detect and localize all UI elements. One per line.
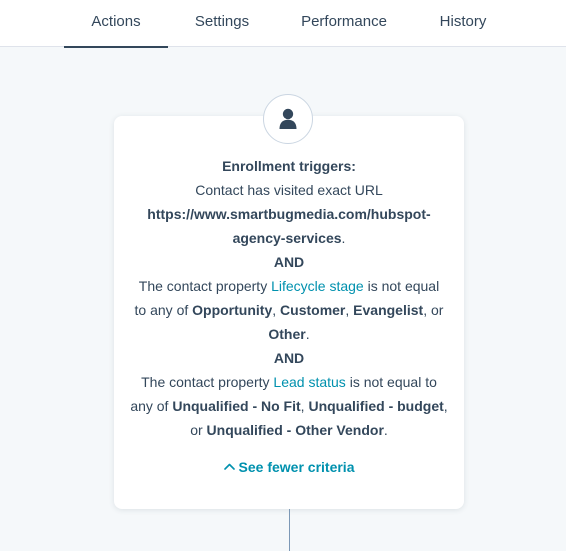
trigger-1-period: . [341, 230, 346, 246]
trigger-3-value-no-fit: Unqualified - No Fit [172, 398, 301, 414]
tab-bar: Actions Settings Performance History [0, 0, 566, 50]
trigger-criteria: Enrollment triggers: Contact has visited… [114, 154, 464, 442]
trigger-3-line1: The contact property Lead status is not … [114, 370, 464, 394]
trigger-2-line3: Other. [114, 322, 464, 346]
trigger-heading: Enrollment triggers: [222, 158, 356, 174]
tab-performance[interactable]: Performance [290, 0, 398, 47]
trigger-3-suffix: is not equal to [345, 374, 437, 390]
trigger-1-url-line2: agency-services. [114, 226, 464, 250]
tab-history[interactable]: History [424, 0, 502, 47]
trigger-2-end: . [305, 326, 310, 342]
trigger-2-line2-prefix: to any of [134, 302, 193, 318]
trigger-3-line3: or Unqualified - Other Vendor. [114, 418, 464, 442]
chevron-up-icon [223, 463, 235, 470]
trigger-2-value-evangelist: Evangelist [353, 302, 424, 318]
trigger-1-url-part1: https://www.smartbugmedia.com/hubspot- [147, 206, 431, 222]
trigger-3-line2-prefix: any of [130, 398, 173, 414]
trigger-2-value-opportunity: Opportunity [192, 302, 273, 318]
trigger-2-suffix: is not equal [363, 278, 440, 294]
and-operator-1: AND [273, 254, 305, 270]
trigger-2-prefix: The contact property [138, 278, 272, 294]
enrollment-trigger-node-icon[interactable] [263, 94, 313, 144]
user-icon [279, 108, 297, 129]
trigger-1-text: Contact has visited exact URL [195, 182, 383, 198]
see-fewer-label: See fewer criteria [238, 459, 355, 475]
trigger-3-line2: any of Unqualified - No Fit, Unqualified… [114, 394, 464, 418]
trigger-3-line3-prefix: or [190, 422, 207, 438]
tab-actions[interactable]: Actions [64, 0, 168, 50]
see-fewer-criteria-button[interactable]: See fewer criteria [114, 455, 464, 479]
trigger-3-end: . [383, 422, 388, 438]
trigger-2-value-other: Other [268, 326, 306, 342]
trigger-3-value-budget: Unqualified - budget [308, 398, 444, 414]
trigger-2-line2: to any of Opportunity, Customer, Evangel… [114, 298, 464, 322]
and-operator-2: AND [273, 350, 305, 366]
trigger-3-prefix: The contact property [141, 374, 274, 390]
lifecycle-stage-link[interactable]: Lifecycle stage [271, 278, 364, 294]
workflow-connector-line [289, 509, 290, 551]
tab-settings[interactable]: Settings [181, 0, 263, 47]
trigger-2-line1: The contact property Lifecycle stage is … [114, 274, 464, 298]
lead-status-link[interactable]: Lead status [273, 374, 345, 390]
trigger-3-sep2: , [443, 398, 448, 414]
trigger-1-url-part2: agency-services [232, 230, 342, 246]
trigger-2-sep1: , [272, 302, 281, 318]
trigger-2-value-customer: Customer [280, 302, 346, 318]
enrollment-trigger-card[interactable]: Enrollment triggers: Contact has visited… [114, 116, 464, 509]
trigger-3-value-other-vendor: Unqualified - Other Vendor [206, 422, 384, 438]
trigger-2-sep2: , [345, 302, 354, 318]
trigger-2-sep3: , or [423, 302, 444, 318]
trigger-1-url-line1: https://www.smartbugmedia.com/hubspot- [114, 202, 464, 226]
